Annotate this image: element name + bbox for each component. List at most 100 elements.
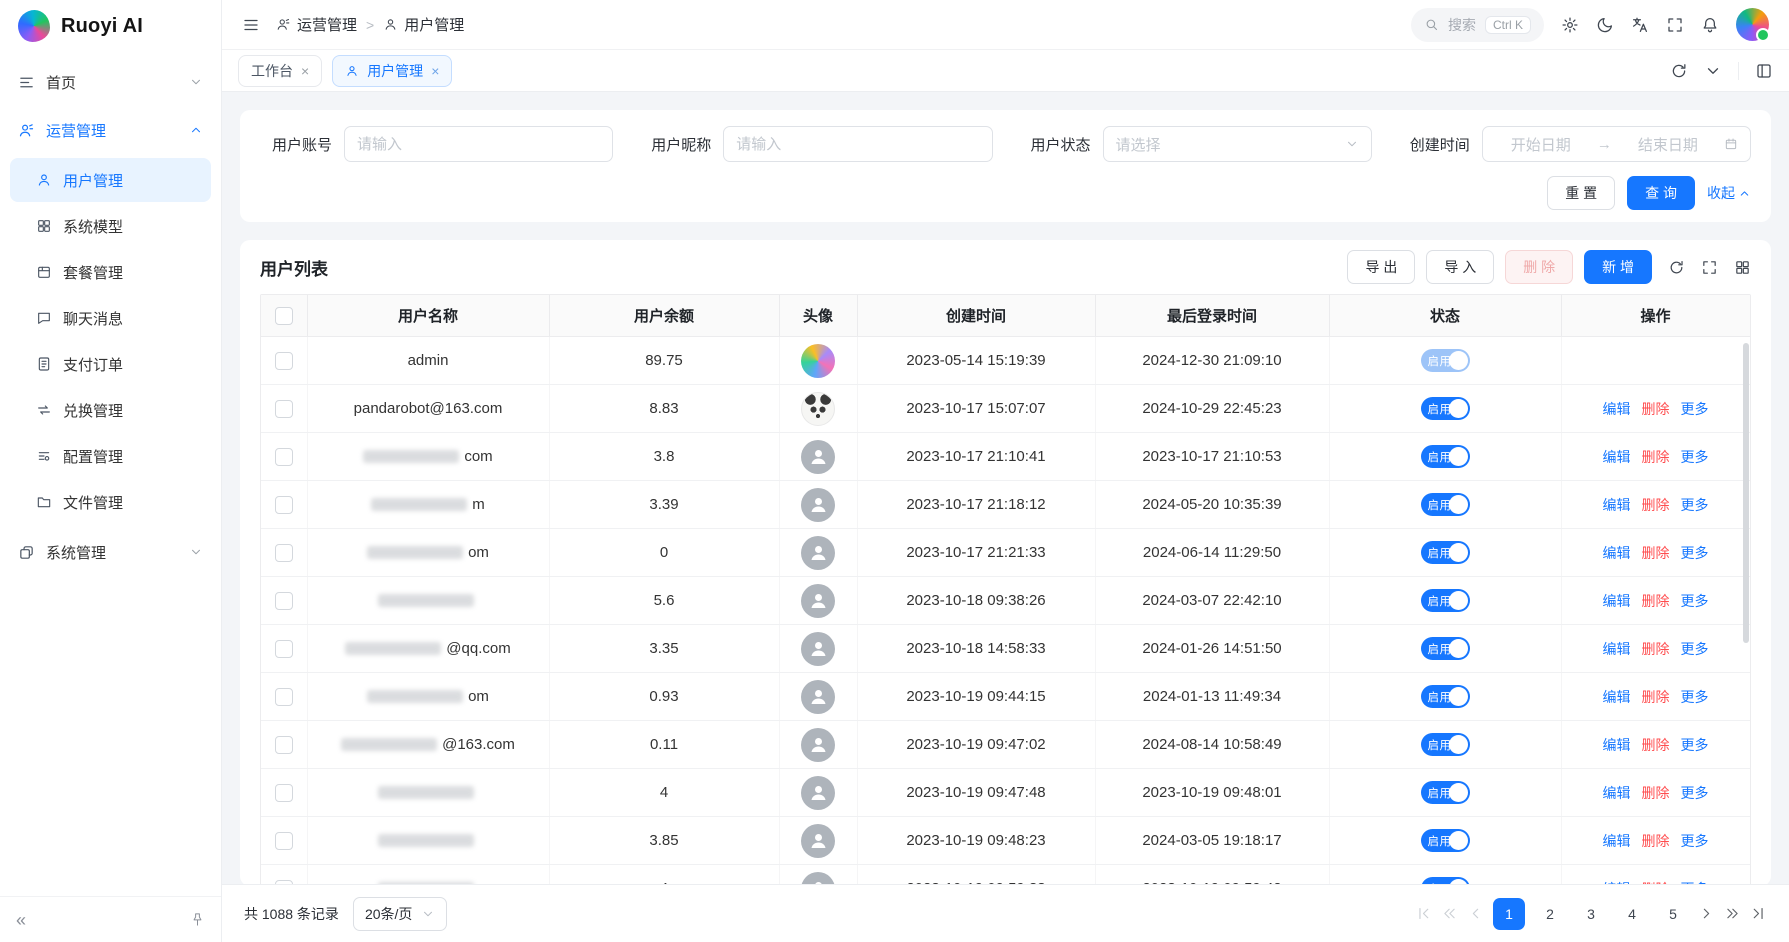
breadcrumb-item-users[interactable]: 用户管理 — [383, 14, 464, 35]
status-toggle[interactable]: 启用 — [1421, 541, 1470, 564]
row-checkbox[interactable] — [275, 688, 293, 706]
settings-gear-icon[interactable] — [1561, 16, 1579, 34]
first-page-button[interactable] — [1415, 905, 1432, 922]
page-number-button[interactable]: 2 — [1534, 898, 1566, 930]
row-checkbox[interactable] — [275, 592, 293, 610]
row-checkbox[interactable] — [275, 880, 293, 885]
more-link[interactable]: 更多 — [1681, 399, 1709, 419]
edit-link[interactable]: 编辑 — [1603, 543, 1631, 563]
query-button[interactable]: 查 询 — [1627, 176, 1695, 210]
status-select[interactable]: 请选择 — [1103, 126, 1372, 162]
status-toggle[interactable]: 启用 — [1421, 493, 1470, 516]
nickname-input[interactable] — [723, 126, 992, 162]
notifications-bell-icon[interactable] — [1701, 16, 1719, 34]
status-toggle[interactable]: 启用 — [1421, 349, 1470, 372]
sidebar-subitem[interactable]: 系统模型 — [10, 204, 211, 248]
pin-icon[interactable] — [190, 912, 205, 927]
sidebar-subitem[interactable]: 用户管理 — [10, 158, 211, 202]
edit-link[interactable]: 编辑 — [1603, 879, 1631, 885]
refresh-icon[interactable] — [1668, 259, 1685, 276]
global-search[interactable]: 搜索 Ctrl K — [1411, 8, 1544, 42]
delete-link[interactable]: 删除 — [1642, 879, 1670, 885]
sidebar-subitem[interactable]: 文件管理 — [10, 480, 211, 524]
row-checkbox[interactable] — [275, 496, 293, 514]
edit-link[interactable]: 编辑 — [1603, 591, 1631, 611]
edit-link[interactable]: 编辑 — [1603, 687, 1631, 707]
page-number-button[interactable]: 3 — [1575, 898, 1607, 930]
tab[interactable]: 用户管理 × — [332, 55, 452, 87]
page-number-button[interactable]: 5 — [1657, 898, 1689, 930]
status-toggle[interactable]: 启用 — [1421, 589, 1470, 612]
delete-link[interactable]: 删除 — [1642, 495, 1670, 515]
sidebar-item-operations[interactable]: 运营管理 — [0, 106, 221, 154]
delete-button[interactable]: 删 除 — [1505, 250, 1573, 284]
status-toggle[interactable]: 启用 — [1421, 877, 1470, 884]
more-link[interactable]: 更多 — [1681, 831, 1709, 851]
more-link[interactable]: 更多 — [1681, 639, 1709, 659]
sidebar-item-home[interactable]: 首页 — [0, 58, 221, 106]
account-input[interactable] — [344, 126, 613, 162]
next-page-button[interactable] — [1698, 905, 1715, 922]
edit-link[interactable]: 编辑 — [1603, 735, 1631, 755]
row-checkbox[interactable] — [275, 400, 293, 418]
edit-link[interactable]: 编辑 — [1603, 447, 1631, 467]
fullscreen-icon[interactable] — [1701, 259, 1718, 276]
more-link[interactable]: 更多 — [1681, 687, 1709, 707]
delete-link[interactable]: 删除 — [1642, 543, 1670, 563]
column-setting-icon[interactable] — [1734, 259, 1751, 276]
export-button[interactable]: 导 出 — [1347, 250, 1415, 284]
edit-link[interactable]: 编辑 — [1603, 495, 1631, 515]
sidebar-subitem[interactable]: 兑换管理 — [10, 388, 211, 432]
tab[interactable]: 工作台 × — [238, 55, 322, 87]
page-number-button[interactable]: 4 — [1616, 898, 1648, 930]
sidebar-subitem[interactable]: 套餐管理 — [10, 250, 211, 294]
row-checkbox[interactable] — [275, 544, 293, 562]
select-all-checkbox[interactable] — [275, 307, 293, 325]
more-link[interactable]: 更多 — [1681, 783, 1709, 803]
more-link[interactable]: 更多 — [1681, 735, 1709, 755]
status-toggle[interactable]: 启用 — [1421, 685, 1470, 708]
page-number-button[interactable]: 1 — [1493, 898, 1525, 930]
more-link[interactable]: 更多 — [1681, 879, 1709, 885]
delete-link[interactable]: 删除 — [1642, 639, 1670, 659]
status-toggle[interactable]: 启用 — [1421, 829, 1470, 852]
last-page-button[interactable] — [1750, 905, 1767, 922]
sidebar-subitem[interactable]: 聊天消息 — [10, 296, 211, 340]
status-toggle[interactable]: 启用 — [1421, 397, 1470, 420]
status-toggle[interactable]: 启用 — [1421, 445, 1470, 468]
prev-page-button[interactable] — [1467, 905, 1484, 922]
collapse-filters-link[interactable]: 收起 — [1707, 183, 1751, 203]
more-link[interactable]: 更多 — [1681, 543, 1709, 563]
user-avatar[interactable] — [1736, 8, 1769, 41]
delete-link[interactable]: 删除 — [1642, 687, 1670, 707]
delete-link[interactable]: 删除 — [1642, 783, 1670, 803]
status-toggle[interactable]: 启用 — [1421, 781, 1470, 804]
vertical-scrollbar[interactable] — [1743, 343, 1749, 643]
edit-link[interactable]: 编辑 — [1603, 639, 1631, 659]
fullscreen-icon[interactable] — [1666, 16, 1684, 34]
row-checkbox[interactable] — [275, 784, 293, 802]
row-checkbox[interactable] — [275, 448, 293, 466]
delete-link[interactable]: 删除 — [1642, 399, 1670, 419]
layout-expand-icon[interactable] — [1738, 62, 1773, 80]
close-icon[interactable]: × — [301, 64, 309, 78]
breadcrumb-item-operations[interactable]: 运营管理 — [276, 14, 357, 35]
more-link[interactable]: 更多 — [1681, 447, 1709, 467]
close-icon[interactable]: × — [431, 64, 439, 78]
more-link[interactable]: 更多 — [1681, 495, 1709, 515]
refresh-icon[interactable] — [1670, 62, 1688, 80]
menu-toggle-icon[interactable] — [242, 16, 260, 34]
delete-link[interactable]: 删除 — [1642, 591, 1670, 611]
row-checkbox[interactable] — [275, 352, 293, 370]
delete-link[interactable]: 删除 — [1642, 831, 1670, 851]
delete-link[interactable]: 删除 — [1642, 447, 1670, 467]
prev-5-pages-button[interactable] — [1441, 905, 1458, 922]
delete-link[interactable]: 删除 — [1642, 735, 1670, 755]
app-logo[interactable]: Ruoyi AI — [0, 0, 221, 52]
next-5-pages-button[interactable] — [1724, 905, 1741, 922]
created-date-range[interactable]: 开始日期 → 结束日期 — [1482, 126, 1751, 162]
dark-mode-moon-icon[interactable] — [1596, 16, 1614, 34]
reset-button[interactable]: 重 置 — [1547, 176, 1615, 210]
import-button[interactable]: 导 入 — [1426, 250, 1494, 284]
sidebar-subitem[interactable]: 配置管理 — [10, 434, 211, 478]
